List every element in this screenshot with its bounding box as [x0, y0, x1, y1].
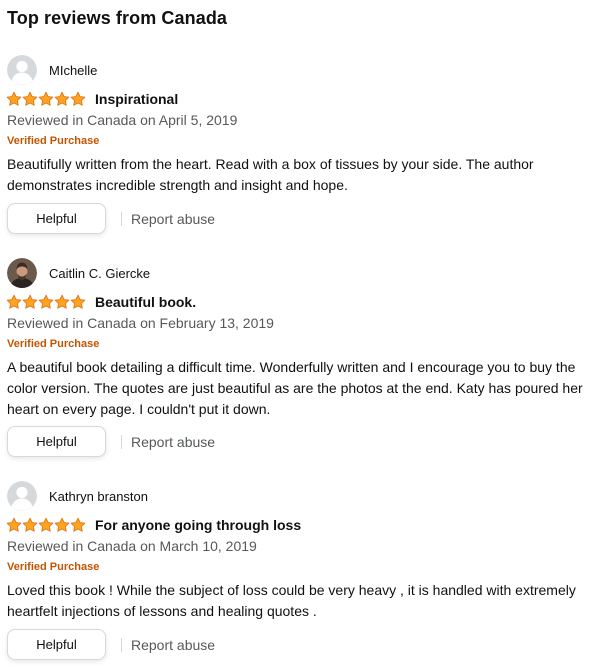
reviewer-name[interactable]: Kathryn branston: [49, 489, 148, 504]
reviewer-profile[interactable]: Caitlin C. Giercke: [7, 258, 150, 288]
section-title: Top reviews from Canada: [7, 8, 228, 28]
report-abuse-link[interactable]: Report abuse: [131, 637, 215, 653]
star-icon: [70, 294, 86, 309]
default-user-avatar-icon: [7, 481, 37, 511]
star-icon: [38, 91, 54, 106]
star-icon: [54, 91, 70, 106]
divider: [121, 434, 122, 449]
review-title[interactable]: Inspirational: [95, 91, 178, 107]
star-icon: [6, 294, 22, 309]
review-title[interactable]: For anyone going through loss: [95, 517, 301, 533]
star-icon: [70, 517, 86, 532]
divider: [121, 211, 122, 226]
reviewer-profile[interactable]: Kathryn branston: [7, 481, 148, 511]
review-text: A beautiful book detailing a difficult t…: [7, 359, 583, 417]
divider: [121, 637, 122, 652]
report-abuse-link[interactable]: Report abuse: [131, 211, 215, 227]
star-icon: [54, 517, 70, 532]
star-icon: [6, 517, 22, 532]
review-text: Loved this book ! While the subject of l…: [7, 582, 576, 619]
star-rating[interactable]: [6, 517, 86, 533]
reviewer-name[interactable]: Caitlin C. Giercke: [49, 266, 150, 281]
review-date: Reviewed in Canada on April 5, 2019: [7, 112, 238, 128]
star-icon: [38, 294, 54, 309]
review-date: Reviewed in Canada on March 10, 2019: [7, 538, 257, 554]
star-icon: [22, 294, 38, 309]
reviewer-name[interactable]: MIchelle: [49, 63, 97, 78]
reviewer-profile[interactable]: MIchelle: [7, 55, 97, 85]
verified-purchase-badge: Verified Purchase: [7, 561, 100, 573]
default-user-avatar-icon: [7, 55, 37, 85]
user-photo-avatar-icon: [7, 258, 37, 288]
star-icon: [38, 517, 54, 532]
verified-purchase-badge: Verified Purchase: [7, 135, 100, 147]
helpful-button[interactable]: Helpful: [7, 203, 106, 234]
star-icon: [22, 91, 38, 106]
review-text: Beautifully written from the heart. Read…: [7, 156, 534, 193]
helpful-button[interactable]: Helpful: [7, 426, 106, 457]
star-icon: [70, 91, 86, 106]
verified-purchase-badge: Verified Purchase: [7, 338, 100, 350]
star-icon: [22, 517, 38, 532]
report-abuse-link[interactable]: Report abuse: [131, 434, 215, 450]
review-date: Reviewed in Canada on February 13, 2019: [7, 315, 274, 331]
helpful-button[interactable]: Helpful: [7, 629, 106, 660]
star-icon: [6, 91, 22, 106]
star-rating[interactable]: [6, 294, 86, 310]
star-rating[interactable]: [6, 91, 86, 107]
star-icon: [54, 294, 70, 309]
review-title[interactable]: Beautiful book.: [95, 294, 196, 310]
